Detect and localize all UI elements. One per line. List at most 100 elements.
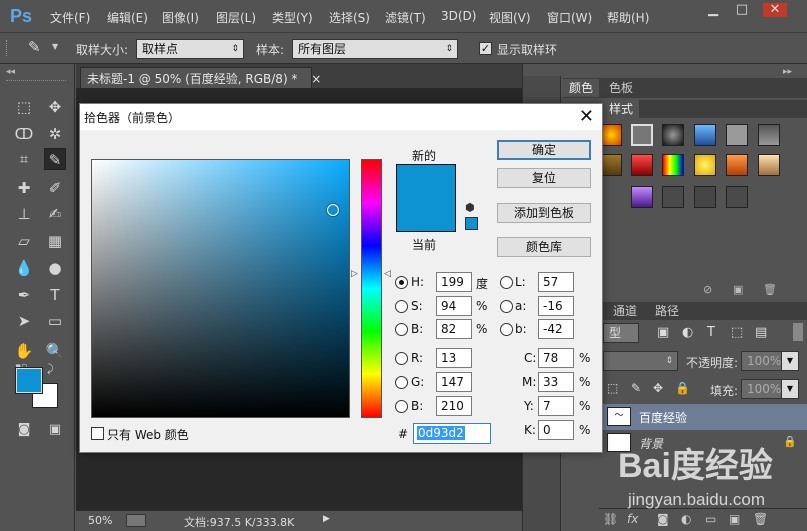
menu-3d[interactable]: 3D(D) bbox=[441, 9, 476, 23]
foreground-color-swatch[interactable] bbox=[15, 367, 43, 394]
eraser-tool-icon[interactable]: ▱ bbox=[13, 230, 35, 252]
field-blue[interactable]: 210 bbox=[436, 396, 472, 416]
link-layers-icon[interactable]: ⛓ bbox=[603, 512, 618, 526]
move-tool-icon[interactable]: ✥ bbox=[44, 96, 66, 118]
filter-adjustment-icon[interactable]: ◐ bbox=[682, 325, 693, 340]
layer-style-icon[interactable]: fx bbox=[627, 512, 638, 526]
layer-kind-select[interactable]: 型 bbox=[603, 323, 639, 343]
menu-type[interactable]: 类型(Y) bbox=[272, 9, 313, 26]
dialog-close-icon[interactable]: ✕ bbox=[579, 106, 594, 127]
filter-type-icon[interactable]: T bbox=[707, 325, 715, 340]
style-swatch[interactable] bbox=[662, 154, 684, 176]
style-swatch[interactable] bbox=[631, 124, 653, 146]
swap-colors-icon[interactable]: ⤸ bbox=[47, 362, 54, 376]
radio-blue[interactable] bbox=[395, 400, 408, 413]
field-s[interactable]: 94 bbox=[436, 296, 472, 316]
radio-s[interactable] bbox=[395, 300, 408, 313]
hue-slider-right-arrow-icon[interactable]: ◁ bbox=[384, 269, 391, 279]
field-m[interactable]: 33 bbox=[538, 372, 574, 392]
field-y[interactable]: 7 bbox=[538, 396, 574, 416]
window-close-icon[interactable]: ✕ bbox=[763, 3, 787, 17]
status-icon[interactable] bbox=[126, 514, 146, 527]
style-swatch[interactable] bbox=[631, 154, 653, 176]
add-mask-icon[interactable]: ◙ bbox=[657, 512, 669, 526]
tab-styles[interactable]: 样式 bbox=[603, 100, 640, 118]
gradient-tool-icon[interactable]: ▦ bbox=[44, 230, 66, 252]
opacity-dropdown-icon[interactable]: ▼ bbox=[781, 351, 799, 371]
style-swatch[interactable] bbox=[758, 124, 780, 146]
minimize-icon[interactable]: ▁ bbox=[705, 3, 721, 17]
radio-r[interactable] bbox=[395, 352, 408, 365]
web-safe-swatch[interactable] bbox=[465, 217, 478, 230]
filter-smart-icon[interactable]: ▤ bbox=[755, 325, 767, 340]
menu-file[interactable]: 文件(F) bbox=[50, 9, 90, 26]
rectangle-tool-icon[interactable]: ▭ bbox=[44, 310, 66, 332]
layer-row[interactable]: 〜 百度经验 bbox=[601, 404, 807, 430]
field-c[interactable]: 78 bbox=[538, 348, 574, 368]
style-swatch[interactable] bbox=[758, 154, 780, 176]
hand-tool-icon[interactable]: ✋ bbox=[13, 340, 35, 362]
style-swatch[interactable] bbox=[726, 186, 748, 208]
new-style-icon[interactable]: ▣ bbox=[733, 283, 743, 296]
reset-button[interactable]: 复位 bbox=[497, 168, 591, 188]
menu-help[interactable]: 帮助(H) bbox=[607, 9, 649, 26]
blur-tool-icon[interactable]: 💧 bbox=[13, 257, 35, 279]
type-tool-icon[interactable]: T bbox=[44, 284, 66, 306]
ok-button[interactable]: 确定 bbox=[497, 140, 591, 160]
adjustment-layer-icon[interactable]: ◐ bbox=[681, 512, 691, 526]
screen-mode-icon[interactable]: ▣ bbox=[44, 419, 66, 441]
pen-tool-icon[interactable]: ✒ bbox=[13, 284, 35, 306]
tab-close-icon[interactable]: × bbox=[311, 72, 321, 86]
style-swatch[interactable] bbox=[600, 124, 622, 146]
radio-g[interactable] bbox=[395, 376, 408, 389]
dodge-tool-icon[interactable]: ● bbox=[44, 257, 66, 279]
field-r[interactable]: 13 bbox=[436, 348, 472, 368]
field-lab-b[interactable]: -42 bbox=[538, 319, 574, 339]
sample-size-select[interactable]: 取样点 ⇕ bbox=[136, 39, 244, 59]
collapse-icon[interactable]: ◂◂ bbox=[6, 67, 15, 77]
history-brush-tool-icon[interactable]: ✍ bbox=[44, 203, 66, 225]
tab-channels[interactable]: 通道 bbox=[607, 302, 643, 320]
radio-a[interactable] bbox=[500, 300, 513, 313]
saturation-brightness-field[interactable] bbox=[91, 159, 350, 418]
cube-icon[interactable]: ⬢ bbox=[465, 201, 475, 214]
clone-stamp-tool-icon[interactable]: ⊥ bbox=[13, 203, 35, 225]
hex-input[interactable]: 0d93d2 bbox=[413, 423, 491, 444]
delete-style-icon[interactable]: 🗑 bbox=[763, 283, 777, 296]
menu-window[interactable]: 窗口(W) bbox=[547, 9, 592, 26]
field-l[interactable]: 57 bbox=[538, 272, 574, 292]
new-group-icon[interactable]: ▭ bbox=[705, 512, 716, 526]
color-picker-marker[interactable] bbox=[327, 204, 339, 216]
sample-select[interactable]: 所有图层 ⇕ bbox=[292, 39, 458, 59]
add-to-swatches-button[interactable]: 添加到色板 bbox=[497, 203, 591, 223]
style-swatch[interactable] bbox=[631, 186, 653, 208]
clear-style-icon[interactable]: ⊘ bbox=[703, 283, 712, 296]
tab-swatches[interactable]: 色板 bbox=[603, 79, 639, 97]
hue-slider[interactable] bbox=[361, 159, 382, 418]
chevron-down-icon[interactable]: ▼ bbox=[52, 42, 58, 51]
new-layer-icon[interactable]: ▣ bbox=[729, 512, 740, 526]
radio-l[interactable] bbox=[500, 276, 513, 289]
filter-image-icon[interactable]: ▣ bbox=[657, 325, 669, 340]
eyedropper-tool-icon[interactable]: ✎ bbox=[44, 148, 66, 170]
style-swatch[interactable] bbox=[600, 154, 622, 176]
brush-tool-icon[interactable]: ✐ bbox=[44, 177, 66, 199]
blend-mode-select[interactable]: ⇕ bbox=[603, 351, 678, 371]
lock-paint-icon[interactable]: ✎ bbox=[631, 381, 641, 395]
status-menu-arrow-icon[interactable]: ▶ bbox=[323, 514, 330, 524]
field-h[interactable]: 199 bbox=[436, 272, 472, 292]
style-swatch[interactable] bbox=[726, 154, 748, 176]
tab-color[interactable]: 颜色 bbox=[563, 79, 600, 97]
menu-view[interactable]: 视图(V) bbox=[489, 9, 531, 26]
lasso-tool-icon[interactable]: ↀ bbox=[13, 123, 35, 145]
hue-slider-left-arrow-icon[interactable]: ▷ bbox=[351, 269, 358, 279]
zoom-level[interactable]: 50% bbox=[88, 514, 112, 527]
field-k[interactable]: 0 bbox=[538, 420, 574, 440]
show-ring-checkbox[interactable]: ✓ bbox=[479, 42, 492, 55]
style-swatch[interactable] bbox=[694, 154, 716, 176]
menu-edit[interactable]: 编辑(E) bbox=[107, 9, 148, 26]
marquee-tool-icon[interactable]: ⬚ bbox=[13, 96, 35, 118]
fill-dropdown-icon[interactable]: ▼ bbox=[781, 379, 799, 399]
lock-position-icon[interactable]: ✥ bbox=[653, 381, 663, 395]
crop-tool-icon[interactable]: ⌗ bbox=[13, 148, 35, 170]
